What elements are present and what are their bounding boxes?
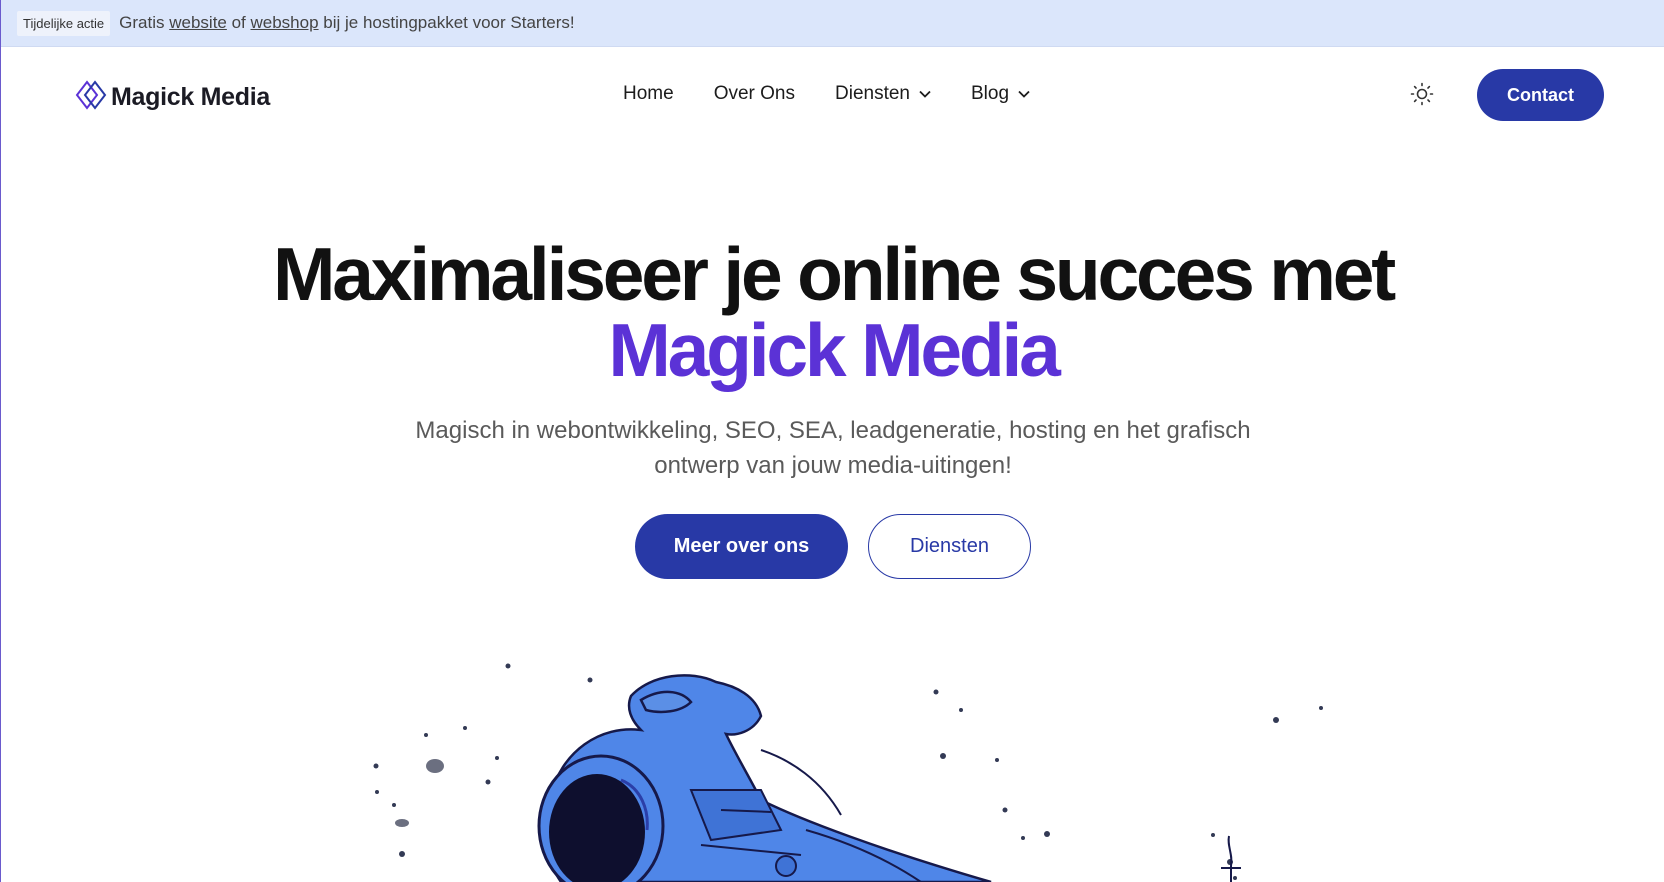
hero-title-line1: Maximaliseer je online succes met [273,232,1396,316]
nav-label: Blog [971,83,1010,104]
nav-label: Over Ons [713,83,795,104]
chevron-down-icon [919,90,931,98]
contact-button[interactable]: Contact [1477,69,1604,121]
announcement-bar: Tijdelijke actie Gratis website of websh… [1,0,1664,47]
webshop-link[interactable]: webshop [251,13,319,33]
website-link[interactable]: website [169,13,227,33]
nav-label: Diensten [835,83,910,104]
hero-subtitle: Magisch in webontwikkeling, SEO, SEA, le… [415,417,1251,479]
nav-item-home[interactable]: Home [623,83,674,105]
page: Tijdelijke actie Gratis website of websh… [0,0,1664,882]
hero-title: Maximaliseer je online succes met Magick… [1,236,1664,388]
logo-icon [75,79,107,116]
nav-item-blog[interactable]: Blog [971,83,1030,105]
announcement-badge: Tijdelijke actie [17,10,111,36]
diensten-button[interactable]: Diensten [868,514,1031,579]
sun-icon [1410,82,1434,111]
announcement-message: Gratis website of webshop bij je hosting… [119,13,574,33]
site-header: Magick Media Home Over Ons Diensten Blog [1,47,1664,143]
nav-item-over-ons[interactable]: Over Ons [714,83,795,105]
main-nav: Home Over Ons Diensten Blog [623,83,1070,105]
announcement-text-after: bij je hostingpakket voor Starters! [318,13,575,32]
announcement-text-of: of [226,13,251,32]
announcement-text-before: Gratis [119,13,170,32]
brand-name: Magick Media [111,83,270,111]
astronaut-illustration [1,640,1664,882]
meer-over-ons-button[interactable]: Meer over ons [635,514,848,579]
nav-label: Home [623,83,674,104]
theme-toggle-button[interactable] [1409,82,1435,111]
logo[interactable]: Magick Media [75,79,270,116]
nav-item-diensten[interactable]: Diensten [835,83,931,105]
hero-title-brand: Magick Media [608,308,1060,392]
chevron-down-icon [1018,90,1030,98]
